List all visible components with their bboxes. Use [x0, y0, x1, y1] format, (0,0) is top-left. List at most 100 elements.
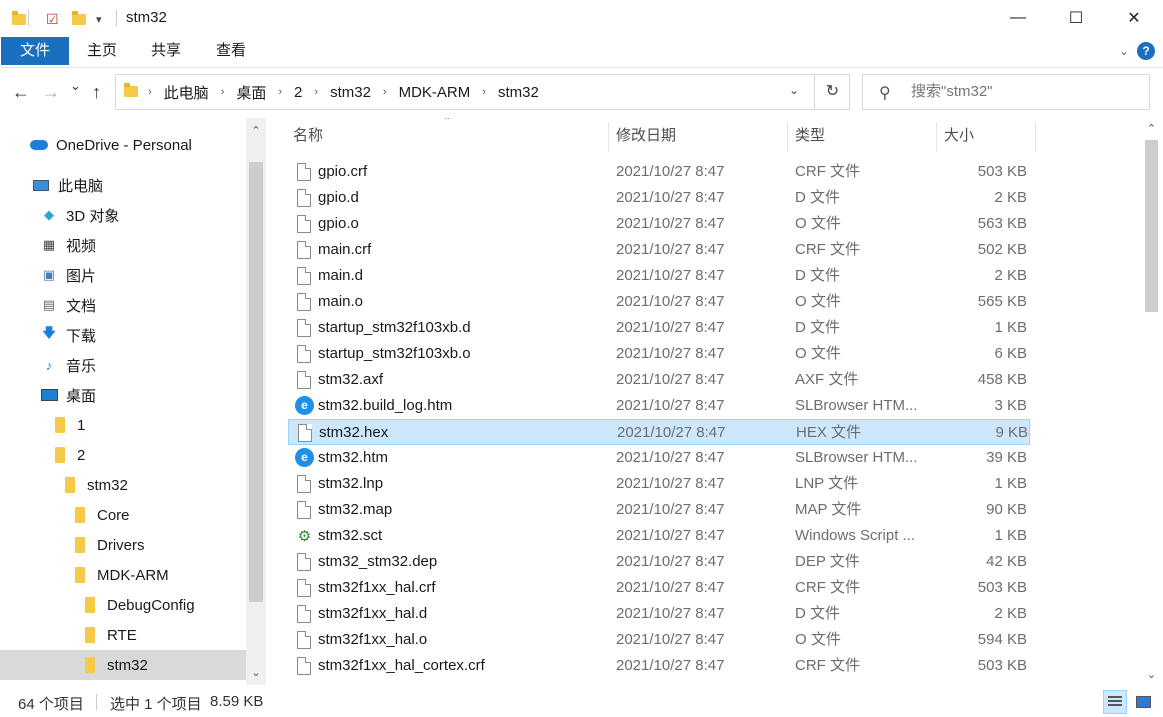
table-row[interactable]: main.o 2021/10/27 8:47 O 文件 565 KB — [288, 289, 1030, 315]
scroll-down-icon[interactable]: ⌄ — [246, 666, 266, 679]
search-input[interactable] — [911, 83, 1141, 100]
breadcrumb-item[interactable]: stm32 — [492, 84, 545, 101]
address-bar[interactable]: › 此电脑 › 桌面 › 2 › stm32 › MDK-ARM › stm32… — [115, 74, 850, 110]
column-header-date[interactable]: 修改日期 — [608, 118, 786, 154]
breadcrumb-item[interactable]: 桌面 — [230, 82, 272, 103]
table-row[interactable]: stm32f1xx_hal_cortex.crf 2021/10/27 8:47 C… — [288, 653, 1030, 679]
search-box[interactable]: ⚲ — [862, 74, 1150, 110]
tab-view[interactable]: 查看 — [205, 37, 257, 65]
sidebar-item-label: DebugConfig — [107, 596, 195, 614]
chevron-right-icon[interactable]: › — [476, 86, 492, 98]
sidebar-item-documents[interactable]: ▤ 文档 — [0, 290, 246, 320]
sidebar-item-rte[interactable]: RTE — [0, 620, 246, 650]
large-icons-view-icon — [1136, 696, 1151, 708]
column-divider[interactable] — [1035, 122, 1036, 152]
tab-file[interactable]: 文件 — [1, 37, 69, 65]
sidebar-item-core[interactable]: Core — [0, 500, 246, 530]
table-row[interactable]: main.d 2021/10/27 8:47 D 文件 2 KB — [288, 263, 1030, 289]
breadcrumb-item[interactable]: stm32 — [324, 84, 377, 101]
table-row[interactable]: stm32f1xx_hal.d 2021/10/27 8:47 D 文件 2 KB — [288, 601, 1030, 627]
help-icon[interactable]: ? — [1137, 42, 1155, 60]
table-row[interactable]: stm32f1xx_hal.o 2021/10/27 8:47 O 文件 594 KB — [288, 627, 1030, 653]
sidebar-item-onedrive[interactable]: OneDrive - Personal — [0, 130, 246, 160]
table-row[interactable]: ⚙ stm32.sct 2021/10/27 8:47 Windows Script … — [288, 523, 1030, 549]
file-list-scrollbar[interactable]: ⌃ ⌄ — [1142, 118, 1161, 685]
sidebar-item-downloads[interactable]: 🡇 下载 — [0, 320, 246, 350]
address-dropdown-icon[interactable]: ⌄ — [789, 83, 799, 97]
tab-share[interactable]: 共享 — [140, 37, 192, 65]
sidebar-scrollbar[interactable]: ⌃ ⌄ — [246, 118, 266, 685]
forward-button[interactable]: → — [42, 82, 60, 103]
table-row[interactable]: gpio.o 2021/10/27 8:47 O 文件 563 KB — [288, 211, 1030, 237]
large-icons-view-button[interactable] — [1131, 690, 1155, 714]
column-header-type[interactable]: 类型 — [787, 118, 935, 154]
sidebar-item-pictures[interactable]: ▣ 图片 — [0, 260, 246, 290]
scroll-up-icon[interactable]: ⌃ — [246, 124, 266, 137]
sidebar-item-videos[interactable]: ▦ 视频 — [0, 230, 246, 260]
sidebar-item-folder-1[interactable]: 1 — [0, 410, 246, 440]
recent-locations-button[interactable]: ⌄ — [70, 78, 81, 94]
sidebar-item-drivers[interactable]: Drivers — [0, 530, 246, 560]
table-row[interactable]: e stm32.htm 2021/10/27 8:47 SLBrowser HTM..… — [288, 445, 1030, 471]
table-row[interactable]: startup_stm32f103xb.o 2021/10/27 8:47 O 文件… — [288, 341, 1030, 367]
close-button[interactable]: ✕ — [1105, 0, 1163, 36]
table-row[interactable]: stm32.map 2021/10/27 8:47 MAP 文件 90 KB — [288, 497, 1030, 523]
sidebar-item-stm32[interactable]: stm32 — [0, 470, 246, 500]
table-row[interactable]: startup_stm32f103xb.d 2021/10/27 8:47 D 文件… — [288, 315, 1030, 341]
expand-ribbon-icon[interactable]: ⌄ — [1119, 44, 1129, 58]
up-button[interactable]: ↑ — [92, 82, 101, 103]
table-row[interactable]: gpio.d 2021/10/27 8:47 D 文件 2 KB — [288, 185, 1030, 211]
file-icon — [297, 371, 311, 389]
maximize-button[interactable]: ☐ — [1047, 0, 1105, 36]
sidebar-item-3d-objects[interactable]: ◆ 3D 对象 — [0, 200, 246, 230]
sidebar-item-folder-2[interactable]: 2 — [0, 440, 246, 470]
table-row[interactable]: main.crf 2021/10/27 8:47 CRF 文件 502 KB — [288, 237, 1030, 263]
table-row[interactable]: e stm32.build_log.htm 2021/10/27 8:47 SLBro… — [288, 393, 1030, 419]
sidebar-item-desktop[interactable]: 桌面 — [0, 380, 246, 410]
3d-objects-icon: ◆ — [44, 207, 54, 222]
chevron-right-icon[interactable]: › — [142, 86, 158, 98]
file-icon — [297, 293, 311, 311]
scrollbar-thumb[interactable] — [249, 162, 263, 602]
scroll-down-icon[interactable]: ⌄ — [1142, 668, 1161, 681]
sidebar-item-this-pc[interactable]: 此电脑 — [0, 170, 246, 200]
breadcrumb-item[interactable]: MDK-ARM — [393, 84, 477, 101]
file-type: D 文件 — [795, 605, 841, 622]
sidebar-item-debugconfig[interactable]: DebugConfig — [0, 590, 246, 620]
new-folder-icon[interactable] — [72, 10, 86, 28]
sidebar-item-music[interactable]: ♪ 音乐 — [0, 350, 246, 380]
breadcrumb-item[interactable]: 2 — [288, 84, 308, 101]
table-row[interactable]: gpio.crf 2021/10/27 8:47 CRF 文件 503 KB — [288, 159, 1030, 185]
sidebar-item-mdk-arm[interactable]: MDK-ARM — [0, 560, 246, 590]
scroll-up-icon[interactable]: ⌃ — [1142, 122, 1161, 135]
table-row[interactable]: stm32_stm32.dep 2021/10/27 8:47 DEP 文件 42 K… — [288, 549, 1030, 575]
sidebar-item-stm32-selected[interactable]: stm32 — [0, 650, 246, 680]
refresh-button[interactable]: ↻ — [814, 75, 850, 109]
table-row[interactable]: stm32.hex 2021/10/27 8:47 HEX 文件 9 KB — [288, 419, 1030, 445]
selection-count: 选中 1 个项目 — [110, 696, 202, 713]
table-row[interactable]: stm32.axf 2021/10/27 8:47 AXF 文件 458 KB — [288, 367, 1030, 393]
details-view-button[interactable] — [1103, 690, 1127, 714]
customize-quick-access-icon[interactable]: ▾ — [96, 10, 102, 28]
file-size: 42 KB — [986, 553, 1027, 570]
breadcrumb-item[interactable]: 此电脑 — [158, 82, 215, 103]
folder-icon — [12, 10, 26, 28]
chevron-right-icon[interactable]: › — [308, 86, 324, 98]
sidebar-item-label: Core — [97, 506, 130, 524]
properties-icon[interactable]: ☑ — [46, 10, 59, 28]
pictures-icon: ▣ — [42, 267, 56, 282]
tab-home[interactable]: 主页 — [76, 37, 128, 65]
chevron-right-icon[interactable]: › — [377, 86, 393, 98]
folder-icon — [85, 627, 95, 643]
chevron-right-icon[interactable]: › — [215, 86, 231, 98]
column-header-name[interactable]: 名称 — [285, 118, 605, 154]
column-header-size[interactable]: 大小 — [936, 118, 1034, 154]
table-row[interactable]: stm32f1xx_hal.crf 2021/10/27 8:47 CRF 文件 50… — [288, 575, 1030, 601]
scrollbar-thumb[interactable] — [1145, 140, 1158, 312]
minimize-button[interactable]: — — [989, 0, 1047, 36]
chevron-right-icon[interactable]: › — [272, 86, 288, 98]
sidebar-item-label: stm32 — [107, 656, 148, 674]
table-row[interactable]: stm32.lnp 2021/10/27 8:47 LNP 文件 1 KB — [288, 471, 1030, 497]
file-name: stm32f1xx_hal.crf — [318, 579, 436, 596]
back-button[interactable]: ← — [12, 82, 30, 103]
